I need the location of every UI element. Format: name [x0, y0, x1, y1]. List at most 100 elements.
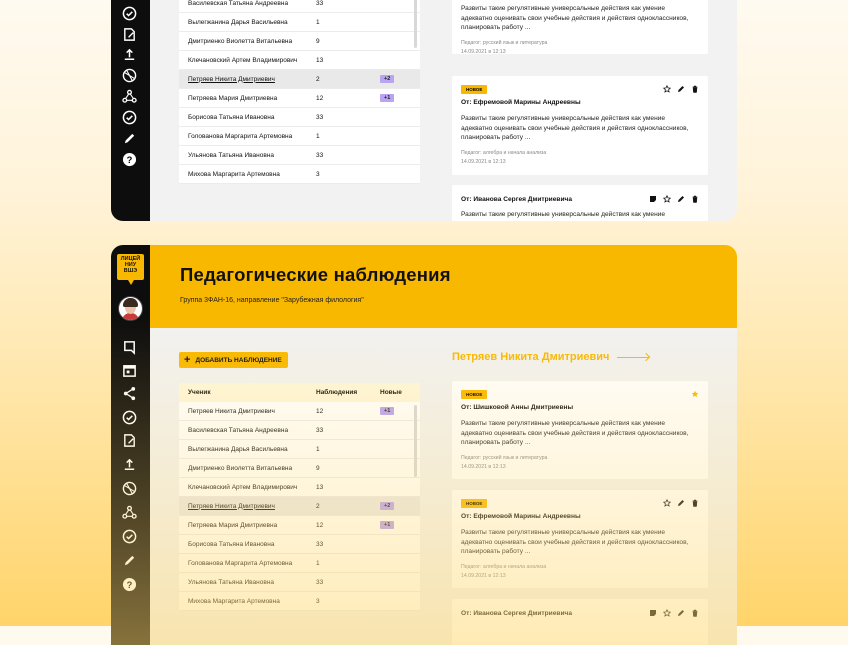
- table-row[interactable]: Клечановский Артем Владимирович 13: [179, 51, 420, 70]
- top-window: ? Василевская Татьяна Андреевна 33 Вылегжа…: [111, 0, 737, 221]
- star-filled-icon[interactable]: [691, 390, 699, 398]
- card-actions: [663, 499, 699, 507]
- edit-icon[interactable]: [677, 195, 685, 203]
- student-name: Ульянова Татьяна Ивановна: [188, 151, 274, 159]
- table-row[interactable]: Петряева Мария Дмитриевна 12 +1: [179, 89, 420, 108]
- table-row[interactable]: Петряев Никита Дмитриевич 12 +1: [179, 402, 420, 421]
- table-scrollbar[interactable]: [414, 405, 417, 477]
- student-name: Борисова Татьяна Ивановна: [188, 113, 275, 121]
- column-observations[interactable]: Наблюдения: [316, 389, 380, 396]
- pencil-icon[interactable]: [121, 552, 138, 569]
- upload-icon[interactable]: [121, 456, 138, 473]
- table-row[interactable]: Вылегжанина Дарья Васильевна 1: [179, 440, 420, 459]
- table-row[interactable]: Борисова Татьяна Ивановна 33: [179, 535, 420, 554]
- student-name: Вылегжанина Дарья Васильевна: [188, 18, 288, 26]
- table-row[interactable]: Ульянова Татьяна Ивановна 33: [179, 146, 420, 165]
- trash-icon[interactable]: [691, 85, 699, 93]
- column-student[interactable]: Ученик: [179, 389, 316, 396]
- table-row[interactable]: Вылегжанина Дарья Васильевна 1: [179, 13, 420, 32]
- edit-icon[interactable]: [677, 499, 685, 507]
- help-icon[interactable]: ?: [121, 576, 138, 593]
- table-row[interactable]: Михова Маргарита Артемовна 3: [179, 592, 420, 611]
- card-actions: [649, 195, 699, 203]
- table-scrollbar[interactable]: [414, 0, 417, 48]
- table-row[interactable]: Ульянова Татьяна Ивановна 33: [179, 573, 420, 592]
- observation-card[interactable]: От: Иванова Сергея Дмитриевича: [452, 599, 708, 645]
- edit-icon[interactable]: [677, 85, 685, 93]
- table-row[interactable]: Дмитриенко Виолетта Витальевна 9: [179, 459, 420, 478]
- ball-icon[interactable]: [121, 67, 138, 84]
- star-icon[interactable]: [663, 499, 671, 507]
- card-text: Развиты такие регулятивные универсальные…: [461, 115, 689, 141]
- table-row[interactable]: Михова Маргарита Артемовна 3: [179, 165, 420, 184]
- observation-count: 13: [316, 483, 324, 491]
- star-icon[interactable]: [663, 609, 671, 617]
- table-row[interactable]: Борисова Татьяна Ивановна 33: [179, 108, 420, 127]
- observation-count: 2: [316, 502, 320, 510]
- student-name: Петряев Никита Дмитриевич: [188, 75, 275, 83]
- trash-icon[interactable]: [691, 609, 699, 617]
- table-row[interactable]: Петряева Мария Дмитриевна 12 +1: [179, 516, 420, 535]
- ball-icon[interactable]: [121, 480, 138, 497]
- add-observation-button[interactable]: + ДОБАВИТЬ НАБЛЮДЕНИЕ: [179, 352, 288, 368]
- check-circle-icon[interactable]: [121, 5, 138, 22]
- document-edit-icon[interactable]: [121, 26, 138, 43]
- new-cell: +2: [380, 502, 420, 510]
- column-new[interactable]: Новые: [380, 389, 420, 396]
- note-icon[interactable]: [649, 195, 657, 203]
- arrow-right-icon: [617, 356, 650, 358]
- table-row[interactable]: Голованова Маргарита Артемовна 1: [179, 127, 420, 146]
- edit-icon[interactable]: [677, 609, 685, 617]
- network-icon[interactable]: [121, 88, 138, 105]
- star-icon[interactable]: [663, 85, 671, 93]
- observation-card[interactable]: НОВОЕ От: Шишковой Анны Дмитриевны Разви…: [452, 381, 708, 479]
- lyceum-logo[interactable]: ЛИЦЕЙ НИУ ВШЭ: [117, 254, 144, 285]
- new-count-badge: +1: [380, 521, 395, 529]
- note-icon[interactable]: [649, 609, 657, 617]
- help-icon[interactable]: ?: [121, 151, 138, 168]
- student-name: Василевская Татьяна Андреевна: [188, 0, 289, 7]
- table-row[interactable]: Клечановский Артем Владимирович 13: [179, 478, 420, 497]
- share-icon[interactable]: [121, 385, 138, 402]
- bookmark-icon[interactable]: [121, 339, 138, 356]
- new-badge: НОВОЕ: [461, 85, 488, 94]
- network-icon[interactable]: [121, 504, 138, 521]
- page-title: Педагогические наблюдения: [180, 264, 451, 285]
- table-row[interactable]: Дмитриенко Виолетта Витальевна 9: [179, 32, 420, 51]
- document-edit-icon[interactable]: [121, 432, 138, 449]
- check-circle-icon[interactable]: [121, 409, 138, 426]
- table-row[interactable]: Петряев Никита Дмитриевич 2 +2: [179, 70, 420, 89]
- student-name: Петряев Никита Дмитриевич: [188, 407, 275, 415]
- observation-card[interactable]: От: Иванова Сергея Дмитриевича Развиты т…: [452, 185, 708, 221]
- observation-count: 33: [316, 540, 324, 548]
- observation-card[interactable]: НОВОЕ От: Ефремовой Марины Андреевны Раз…: [452, 490, 708, 588]
- table-row[interactable]: Василевская Татьяна Андреевна 33: [179, 0, 420, 13]
- card-author: От: Ефремовой Марины Андреевны: [461, 513, 581, 520]
- card-text: Развиты такие регулятивные универсальные…: [461, 420, 689, 446]
- observation-count: 33: [316, 113, 324, 121]
- trash-icon[interactable]: [691, 499, 699, 507]
- observation-count: 3: [316, 170, 320, 178]
- new-cell: +1: [380, 521, 420, 529]
- observation-card[interactable]: НОВОЕ От: Ефремовой Марины Андреевны Раз…: [452, 76, 708, 175]
- new-cell: +1: [380, 94, 420, 102]
- calendar-icon[interactable]: [121, 362, 138, 379]
- pencil-icon[interactable]: [121, 130, 138, 147]
- student-name: Голованова Маргарита Артемовна: [188, 132, 293, 140]
- table-row[interactable]: Василевская Татьяна Андреевна 33: [179, 421, 420, 440]
- upload-icon[interactable]: [121, 46, 138, 63]
- check-circle-icon-2[interactable]: [121, 109, 138, 126]
- table-row[interactable]: Петряев Никита Дмитриевич 2 +2: [179, 497, 420, 516]
- card-text: Развиты такие регулятивные универсальные…: [461, 529, 689, 555]
- new-count-badge: +1: [380, 407, 395, 415]
- card-date: 14.09.2021 в 12:13: [461, 464, 506, 470]
- avatar[interactable]: [118, 296, 143, 321]
- trash-icon[interactable]: [691, 195, 699, 203]
- table-row[interactable]: Голованова Маргарита Артемовна 1: [179, 554, 420, 573]
- new-cell: +2: [380, 75, 420, 83]
- observation-count: 1: [316, 132, 320, 140]
- check-circle-icon-2[interactable]: [121, 528, 138, 545]
- star-icon[interactable]: [663, 195, 671, 203]
- card-subject: Педагог: русский язык и литература: [461, 40, 548, 46]
- observation-card[interactable]: Развиты такие регулятивные универсальные…: [452, 0, 708, 55]
